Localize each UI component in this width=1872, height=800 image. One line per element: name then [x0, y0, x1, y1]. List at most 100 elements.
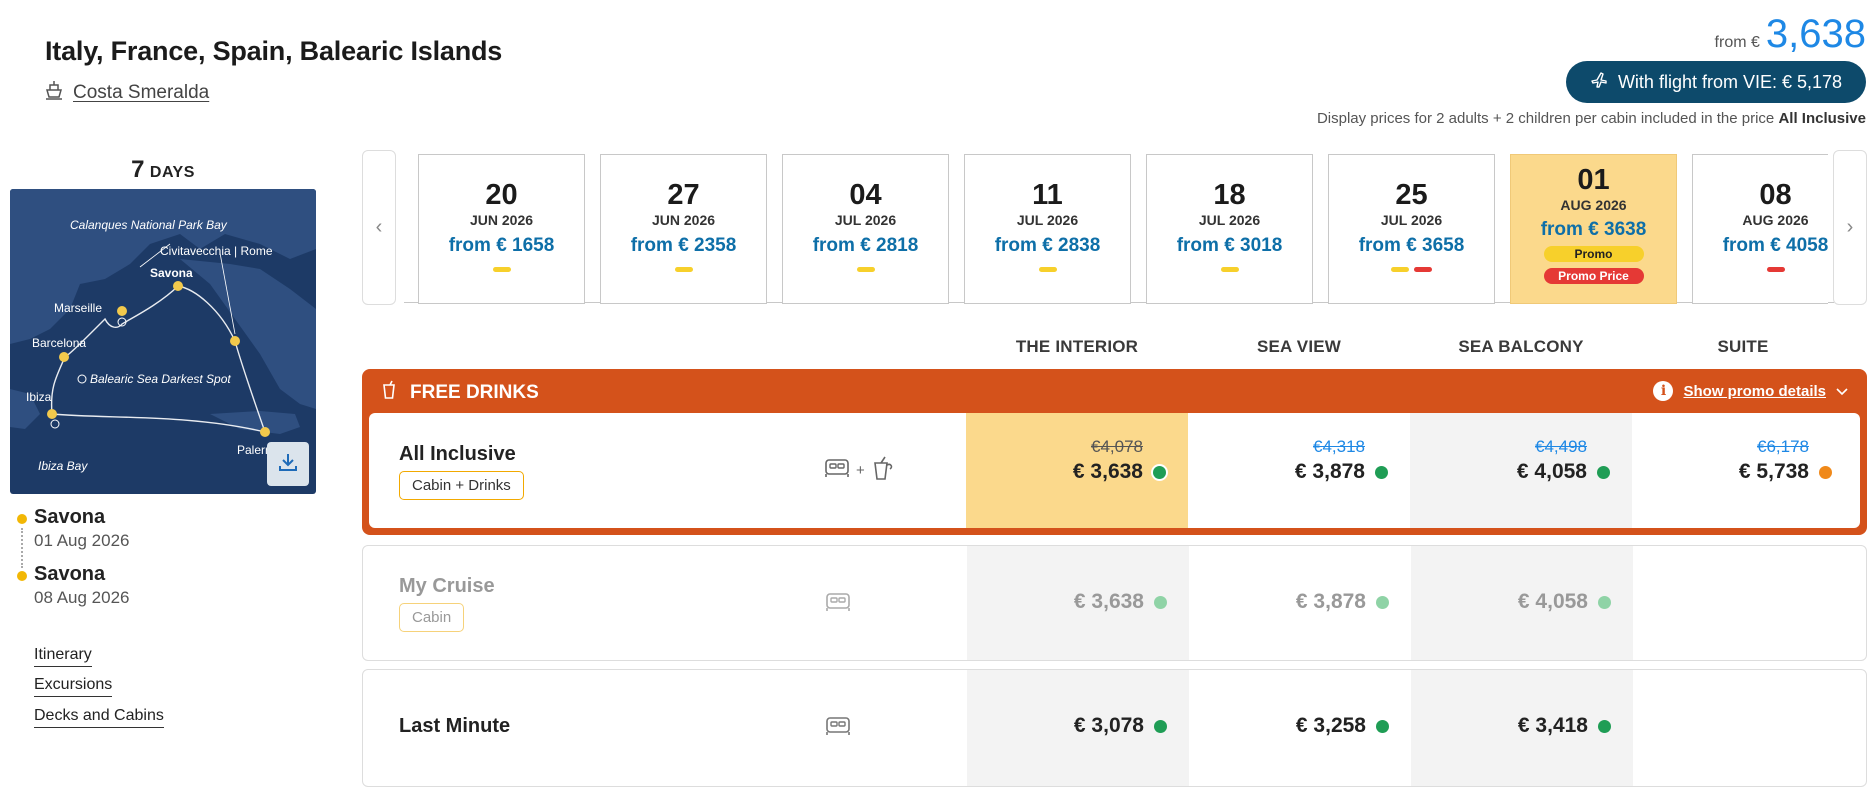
map-label-balearic: Balearic Sea Darkest Spot — [90, 372, 231, 386]
from-price: 3,638 — [1765, 12, 1866, 56]
availability-marks — [1147, 267, 1312, 272]
date-price: from € 4058 — [1722, 235, 1828, 256]
cabin-header-sea-view: SEA VIEW — [1256, 337, 1342, 356]
price-cell-interior[interactable]: €4,078 € 3,638 — [966, 413, 1188, 528]
fare-name: All Inclusive — [399, 443, 516, 465]
chevron-right-icon: › — [1846, 216, 1854, 238]
dates-next-button[interactable]: › — [1833, 150, 1867, 305]
cruise-title: Italy, France, Spain, Balearic Islands — [45, 36, 503, 66]
show-promo-details-link[interactable]: Show promo details — [1683, 383, 1826, 400]
price-cell-sea-view[interactable]: € 3,258 — [1189, 670, 1411, 786]
departure-date: 01 Aug 2026 — [34, 531, 130, 550]
price-value-wrap: € 3,878 — [1296, 590, 1389, 614]
decks-cabins-link[interactable]: Decks and Cabins — [34, 707, 164, 728]
promo-title: FREE DRINKS — [382, 380, 539, 406]
price-cell-interior[interactable]: € 3,078 — [967, 670, 1189, 786]
ship-icon — [45, 80, 63, 106]
price-value-wrap: € 4,058 — [1517, 460, 1610, 484]
price-cell-interior[interactable]: € 3,638 — [967, 546, 1189, 660]
date-card[interactable]: 25 JUL 2026 from € 3658 — [1328, 154, 1495, 304]
map-label-ibiza-bay: Ibiza Bay — [38, 459, 88, 473]
promo-details[interactable]: i Show promo details — [1653, 381, 1848, 401]
fare-includes — [825, 590, 851, 618]
availability-dot — [1597, 465, 1610, 479]
map-label-civitavecchia: Civitavecchia | Rome — [160, 244, 273, 258]
date-price: from € 3018 — [1176, 235, 1283, 256]
download-icon — [277, 451, 299, 478]
date-day: 27 — [667, 179, 700, 211]
date-card[interactable]: 20 JUN 2026 from € 1658 — [418, 154, 585, 304]
date-card[interactable]: 18 JUL 2026 from € 3018 — [1146, 154, 1313, 304]
date-card[interactable]: 04 JUL 2026 from € 2818 — [782, 154, 949, 304]
date-card[interactable]: 11 JUL 2026 from € 2838 — [964, 154, 1131, 304]
availability-dot — [1375, 465, 1388, 479]
ship-link[interactable]: Costa Smeralda — [45, 80, 209, 106]
date-month: JUL 2026 — [1016, 212, 1079, 228]
date-day: 08 — [1759, 179, 1792, 211]
bed-icon — [825, 714, 851, 742]
date-day: 25 — [1395, 179, 1428, 211]
date-month: JUN 2026 — [469, 212, 534, 228]
price-cell-sea-balcony[interactable]: € 4,058 — [1411, 546, 1633, 660]
price-value-wrap: € 3,878 — [1295, 460, 1388, 484]
fare-name: My Cruise — [399, 575, 495, 597]
old-price: €4,078 — [1091, 437, 1143, 456]
header-price: from € 3,638 — [1715, 12, 1866, 57]
cocktail-icon — [871, 455, 895, 485]
date-carousel: 20 JUN 2026 from € 1658 27 JUN 2026 from € 23… — [418, 154, 1828, 304]
price-value-wrap: € 3,638 — [1073, 460, 1166, 484]
flight-button-label: With flight from VIE: € 5,178 — [1617, 71, 1843, 92]
cabin-header-interior: THE INTERIOR — [1015, 337, 1139, 356]
date-price: from € 3638 — [1540, 219, 1647, 240]
price-cell-sea-view[interactable]: € 3,878 — [1189, 546, 1411, 660]
price-value-wrap: € 3,078 — [1074, 714, 1167, 738]
fare-includes: + — [824, 455, 895, 485]
fare-row-last-minute[interactable]: € 3,078 € 3,258 € 3,418 Last Minute — [362, 669, 1867, 787]
date-month: JUL 2026 — [1380, 212, 1443, 228]
download-map-button[interactable] — [267, 442, 309, 486]
availability-marks — [965, 267, 1130, 272]
date-card[interactable]: 08 AUG 2026 from € 4058 — [1692, 154, 1828, 304]
date-card[interactable]: 01 AUG 2026 from € 3638 Promo Promo Price — [1510, 154, 1677, 304]
date-day: 18 — [1213, 179, 1246, 211]
arrival-dot — [17, 571, 27, 581]
price-cell-sea-balcony[interactable]: €4,498 € 4,058 — [1410, 413, 1632, 528]
availability-marks — [783, 267, 948, 272]
price-cell-sea-view[interactable]: €4,318 € 3,878 — [1188, 413, 1410, 528]
excursions-link[interactable]: Excursions — [34, 676, 113, 697]
flight-button[interactable]: With flight from VIE: € 5,178 — [1566, 61, 1866, 103]
price-value: € 3,878 — [1294, 460, 1365, 483]
price-cell-suite[interactable]: €6,178 € 5,738 — [1632, 413, 1854, 528]
price-cell-sea-balcony[interactable]: € 3,418 — [1411, 670, 1633, 786]
price-value: € 3,078 — [1073, 714, 1144, 737]
price-value: € 5,738 — [1738, 460, 1809, 483]
cabin-header-suite: SUITE — [1717, 337, 1769, 356]
drink-cup-icon — [382, 380, 396, 406]
cabin-header-sea-balcony: SEA BALCONY — [1458, 337, 1584, 356]
date-card[interactable]: 27 JUN 2026 from € 2358 — [600, 154, 767, 304]
map-label-barcelona: Barcelona — [32, 336, 86, 350]
date-month: JUL 2026 — [834, 212, 897, 228]
promo-mark — [1391, 267, 1409, 272]
promo-mark — [492, 267, 511, 272]
departure-dot — [17, 514, 27, 524]
fare-badge: Cabin — [399, 603, 465, 632]
fare-row-my-cruise[interactable]: € 3,638 € 3,878 € 4,058 My Cruise Cabin — [362, 545, 1867, 661]
price-value: € 3,638 — [1073, 590, 1144, 613]
map-label-marseille: Marseille — [54, 301, 102, 315]
date-month: JUN 2026 — [651, 212, 716, 228]
price-value-wrap: € 3,418 — [1518, 714, 1611, 738]
price-value-wrap: € 3,638 — [1074, 590, 1167, 614]
promo-mark — [1220, 267, 1239, 272]
map-label-savona: Savona — [150, 266, 193, 280]
itinerary-link[interactable]: Itinerary — [34, 646, 92, 667]
dates-prev-button[interactable]: ‹ — [362, 150, 396, 305]
fare-row-all-inclusive[interactable]: €4,078 € 3,638 €4,318 € 3,878 €4,498 € 4… — [369, 413, 1860, 528]
availability-marks — [601, 267, 766, 272]
date-price: from € 2818 — [812, 235, 919, 256]
days-label: DAYS — [149, 164, 195, 181]
fare-name: Last Minute — [399, 715, 511, 737]
days-number: 7 — [131, 156, 145, 183]
date-price: from € 3658 — [1358, 235, 1465, 256]
price-value-wrap: € 5,738 — [1739, 460, 1832, 484]
